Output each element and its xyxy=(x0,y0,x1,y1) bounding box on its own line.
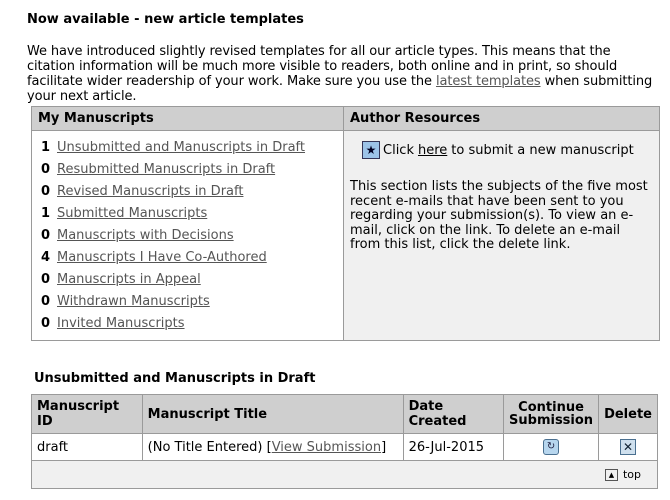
date-created-cell: 26-Jul-2015 xyxy=(402,433,505,461)
list-item: 0 Revised Manuscripts in Draft xyxy=(41,181,343,203)
queue-link-revised[interactable]: Revised Manuscripts in Draft xyxy=(57,184,243,199)
list-item: 1 Submitted Manuscripts xyxy=(41,203,343,225)
manuscript-id-cell: draft xyxy=(31,433,143,461)
queue-link-coauthored[interactable]: Manuscripts I Have Co-Authored xyxy=(57,250,267,265)
my-manuscripts-panel: My Manuscripts 1 Unsubmitted and Manuscri… xyxy=(32,107,344,340)
dashboard-panels: My Manuscripts 1 Unsubmitted and Manuscri… xyxy=(31,106,660,341)
queue-count: 4 xyxy=(41,250,51,265)
queue-count: 0 xyxy=(41,316,51,331)
table-footer-row: ▲ top xyxy=(31,460,658,489)
queue-link-submitted[interactable]: Submitted Manuscripts xyxy=(57,206,207,221)
list-item: 0 Invited Manuscripts xyxy=(41,313,343,335)
queue-link-withdrawn[interactable]: Withdrawn Manuscripts xyxy=(57,294,210,309)
continue-icon[interactable]: ↻ xyxy=(543,439,560,455)
queue-count: 1 xyxy=(41,206,51,221)
column-header-id: Manuscript ID xyxy=(31,394,143,434)
click-prefix: Click xyxy=(383,142,414,158)
delete-cell: ✕ xyxy=(598,433,658,461)
notice-box: Now available - new article templates We… xyxy=(27,12,662,104)
notice-text: We have introduced slightly revised temp… xyxy=(27,44,662,104)
back-to-top-link[interactable]: ▲ top xyxy=(604,468,641,481)
column-header-delete: Delete xyxy=(598,394,658,434)
delete-icon[interactable]: ✕ xyxy=(620,439,637,455)
notice-title: Now available - new article templates xyxy=(27,12,304,27)
footer-cell: ▲ top xyxy=(31,460,658,489)
list-item: 0 Resubmitted Manuscripts in Draft xyxy=(41,159,343,181)
draft-section-title: Unsubmitted and Manuscripts in Draft xyxy=(34,371,316,386)
manuscript-title-cell: (No Title Entered) [View Submission] xyxy=(141,433,404,461)
author-resources-panel: Author Resources ★ Click here to submit … xyxy=(344,107,659,340)
queue-link-appeal[interactable]: Manuscripts in Appeal xyxy=(57,272,201,287)
latest-templates-link[interactable]: latest templates xyxy=(436,74,541,89)
list-item: 0 Manuscripts with Decisions xyxy=(41,225,343,247)
draft-manuscripts-table: Manuscript ID Manuscript Title Date Crea… xyxy=(31,394,658,489)
manuscript-queue-list: 1 Unsubmitted and Manuscripts in Draft 0R… xyxy=(32,131,343,335)
queue-count: 1 xyxy=(41,140,51,155)
queue-link-unsubmitted[interactable]: Unsubmitted and Manuscripts in Draft xyxy=(57,140,305,155)
view-submission-link[interactable]: View Submission xyxy=(272,440,381,455)
author-resources-description: This section lists the subjects of the f… xyxy=(350,179,648,252)
queue-link-resubmitted[interactable]: Resubmitted Manuscripts in Draft xyxy=(57,162,275,177)
list-item: 0 Manuscripts in Appeal xyxy=(41,269,343,291)
queue-count: 0 xyxy=(41,294,51,309)
queue-count: 0 xyxy=(41,162,51,177)
manuscript-title: (No Title Entered) xyxy=(147,439,263,455)
continue-header-line2: Submission xyxy=(509,413,594,428)
arrow-up-icon: ▲ xyxy=(604,469,618,481)
continue-cell: ↻ xyxy=(503,433,600,461)
list-item: 1 Unsubmitted and Manuscripts in Draft xyxy=(41,137,343,159)
list-item: 0 Withdrawn Manuscripts xyxy=(41,291,343,313)
table-row: draft (No Title Entered) [View Submissio… xyxy=(31,433,658,461)
my-manuscripts-heading: My Manuscripts xyxy=(32,107,343,131)
submit-new-manuscript-row: ★ Click here to submit a new manuscript xyxy=(362,140,659,160)
click-suffix: to submit a new manuscript xyxy=(451,142,634,158)
queue-link-decisions[interactable]: Manuscripts with Decisions xyxy=(57,228,234,243)
list-item: 4 Manuscripts I Have Co-Authored xyxy=(41,247,343,269)
column-header-date: Date Created xyxy=(402,394,505,434)
queue-count: 0 xyxy=(41,228,51,243)
queue-link-invited[interactable]: Invited Manuscripts xyxy=(57,316,185,331)
queue-count: 0 xyxy=(41,272,51,287)
author-resources-heading: Author Resources xyxy=(344,107,659,131)
queue-count: 0 xyxy=(41,184,51,199)
submit-here-link[interactable]: here xyxy=(418,143,447,158)
table-header-row: Manuscript ID Manuscript Title Date Crea… xyxy=(31,394,658,434)
top-link-label: top xyxy=(622,468,641,481)
column-header-title: Manuscript Title xyxy=(141,394,404,434)
column-header-continue: Continue Submission xyxy=(503,394,600,434)
star-icon[interactable]: ★ xyxy=(362,141,380,159)
